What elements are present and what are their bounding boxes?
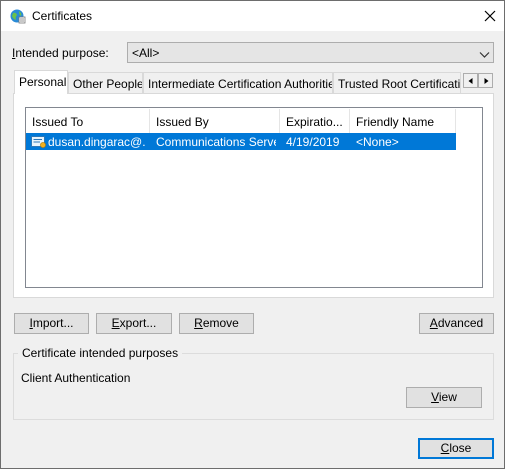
tab-personal[interactable]: Personal: [14, 70, 68, 94]
close-button[interactable]: Close: [418, 438, 494, 459]
tab-scroll-left-button[interactable]: [463, 73, 478, 88]
column-header-issued-by-label: Issued By: [156, 115, 209, 129]
remove-button[interactable]: Remove: [179, 313, 254, 334]
view-label: iew: [438, 390, 457, 404]
intended-purposes-value: Client Authentication: [21, 371, 131, 385]
cell-expiration: 4/19/2019: [286, 135, 340, 149]
cell-issued-to: dusan.dingarac@...: [48, 135, 146, 149]
tab-trusted-root-label: Trusted Root Certification: [338, 77, 461, 91]
export-button[interactable]: Export...: [96, 313, 172, 334]
intended-purpose-label-rest: ntended purpose:: [15, 46, 109, 60]
cell-friendly-name: <None>: [356, 135, 399, 149]
column-header-issued-to[interactable]: Issued To: [26, 109, 150, 133]
column-header-expiration[interactable]: Expiratio...: [280, 109, 350, 133]
remove-accel: R: [194, 316, 203, 330]
column-header-friendly-name-label: Friendly Name: [356, 115, 435, 129]
tab-other-people[interactable]: Other People: [68, 72, 143, 93]
intended-purpose-label: Intended purpose:: [12, 46, 109, 60]
tab-intermediate-ca[interactable]: Intermediate Certification Authorities: [143, 72, 333, 93]
close-label: lose: [449, 441, 472, 455]
tab-intermediate-ca-label: Intermediate Certification Authorities: [148, 77, 333, 91]
intended-purposes-legend: Certificate intended purposes: [18, 346, 183, 360]
intended-purpose-value: <All>: [132, 46, 160, 60]
column-header-issued-to-label: Issued To: [32, 115, 84, 129]
cell-issued-by: Communications Server: [156, 135, 276, 149]
advanced-button[interactable]: Advanced: [419, 313, 494, 334]
advanced-label: dvanced: [437, 316, 484, 330]
chevron-left-icon: [468, 78, 473, 84]
tab-scroll-right-button[interactable]: [478, 73, 493, 88]
import-label: mport...: [32, 316, 74, 330]
advanced-accel: A: [429, 316, 438, 330]
chevron-down-icon: [479, 48, 490, 58]
export-accel: E: [111, 316, 120, 330]
certificates-dialog: Certificates Intended purpose: <All> Per…: [0, 0, 505, 469]
chevron-right-icon: [484, 78, 489, 84]
view-button[interactable]: View: [406, 387, 482, 408]
export-label: xport...: [119, 316, 157, 330]
close-icon: [484, 10, 496, 22]
column-header-expiration-label: Expiratio...: [286, 115, 343, 129]
tab-other-people-label: Other People: [73, 77, 143, 91]
view-accel: V: [431, 390, 439, 404]
tab-trusted-root[interactable]: Trusted Root Certification: [333, 72, 461, 93]
tab-personal-label: Personal: [19, 75, 67, 89]
intended-purpose-select[interactable]: <All>: [127, 42, 494, 63]
window-title: Certificates: [32, 9, 93, 23]
column-header-friendly-name[interactable]: Friendly Name: [350, 109, 456, 133]
column-header-issued-by[interactable]: Issued By: [150, 109, 280, 133]
certificate-icon: [31, 135, 47, 149]
remove-label: emove: [202, 316, 239, 330]
close-window-button[interactable]: [476, 1, 504, 31]
import-button[interactable]: Import...: [14, 313, 89, 334]
certificate-globe-icon: [10, 8, 26, 24]
title-bar: Certificates: [1, 1, 504, 31]
